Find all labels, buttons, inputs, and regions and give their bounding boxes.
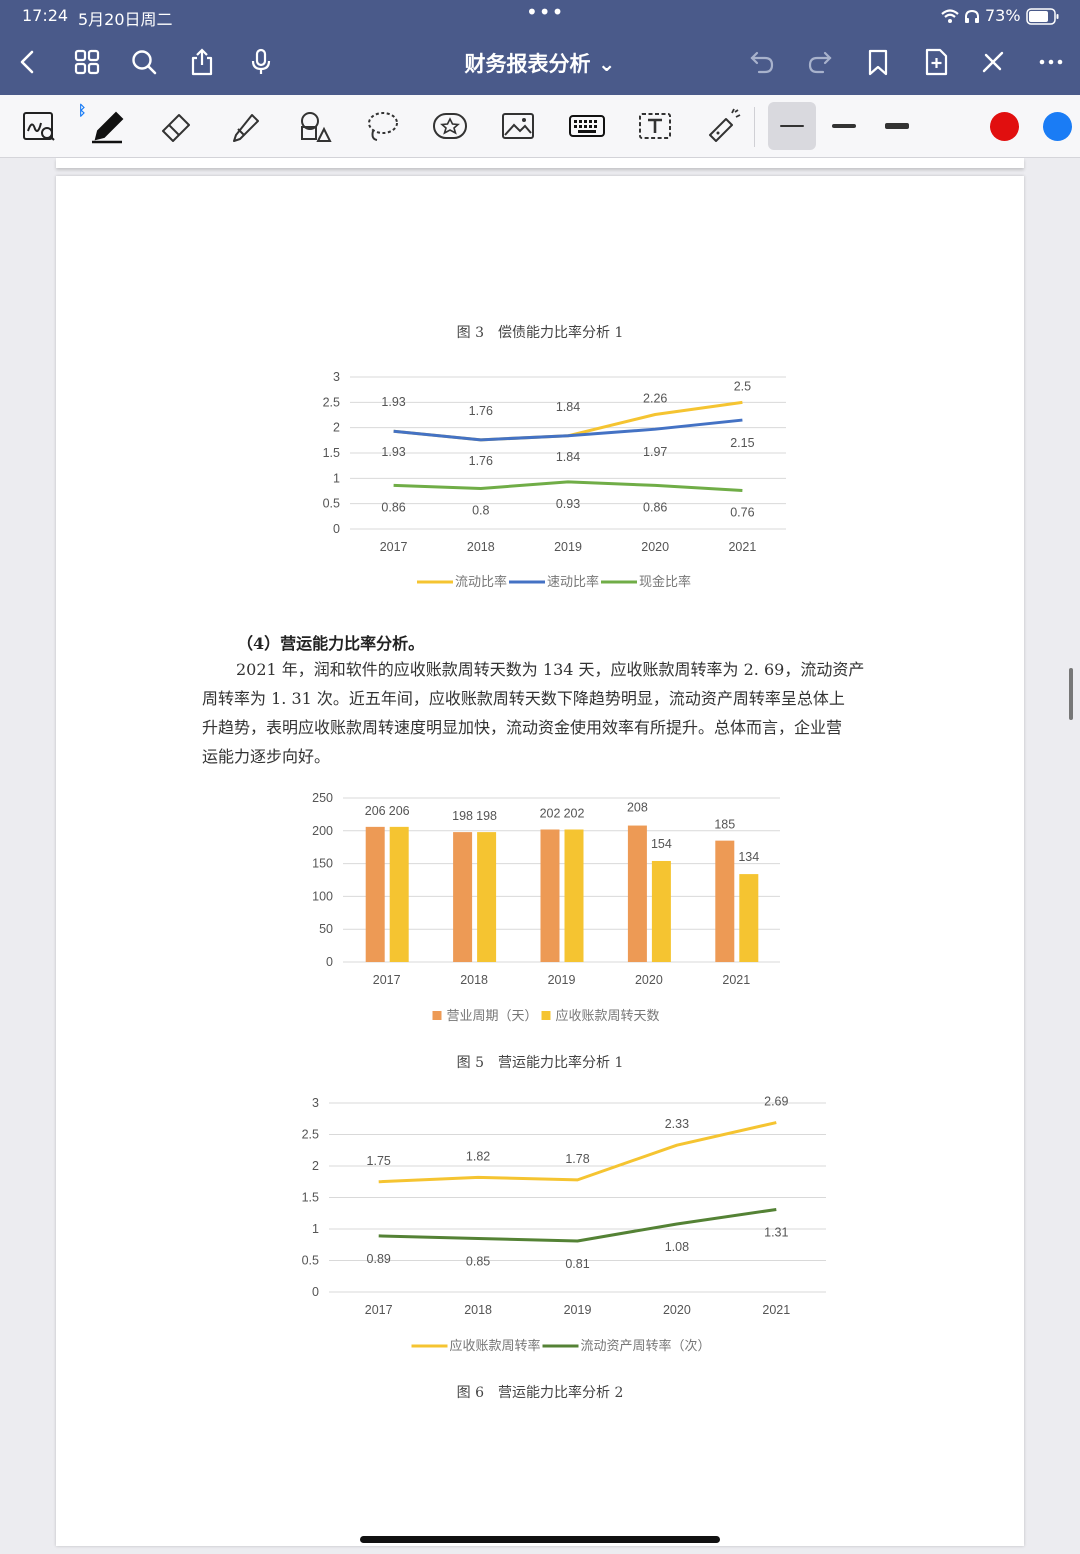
wifi-icon xyxy=(940,8,960,28)
zoom-writing-icon[interactable] xyxy=(16,105,62,147)
document-page xyxy=(56,176,1024,1546)
image-tool-icon[interactable] xyxy=(495,105,541,147)
color-red-swatch[interactable] xyxy=(990,112,1019,141)
shapes-tool-icon[interactable] xyxy=(290,105,336,147)
status-time: 17:24 xyxy=(22,6,69,25)
paragraph-line-3: 升趋势，表明应收账款周转速度明显加快，流动资金使用效率有所提升。总体而言，企业营 xyxy=(202,718,843,737)
multitask-dots-icon[interactable]: ••• xyxy=(526,0,564,24)
home-indicator[interactable] xyxy=(360,1536,720,1543)
bookmark-icon[interactable] xyxy=(860,44,896,80)
stroke-medium-button[interactable] xyxy=(821,105,867,147)
section-heading: （4）营运能力比率分析。 xyxy=(237,634,425,653)
previous-page-edge xyxy=(56,158,1024,168)
figure-6-caption: 图 6 营运能力比率分析 2 xyxy=(456,1385,624,1401)
paragraph-line-1: 2021 年，润和软件的应收账款周转天数为 134 天，应收账款周转率为 2. … xyxy=(236,660,865,679)
annotation-toolbar: ᛒ xyxy=(0,95,1080,239)
highlighter-tool-icon[interactable] xyxy=(222,105,268,147)
stroke-thick-button[interactable] xyxy=(874,105,920,147)
more-icon[interactable] xyxy=(1033,44,1069,80)
add-page-icon[interactable] xyxy=(918,44,954,80)
undo-icon[interactable] xyxy=(744,44,780,80)
section-paragraph: 2021 年，润和软件的应收账款周转天数为 134 天，应收账款周转率为 2. … xyxy=(202,655,882,771)
battery-percent: 73% xyxy=(985,6,1021,25)
app-header: 17:24 5月20日周二 ••• 73% 财务报表分析 ⌄ xyxy=(0,0,1080,95)
paragraph-line-4: 运能力逐步向好。 xyxy=(202,747,331,766)
redo-icon[interactable] xyxy=(802,44,838,80)
paragraph-line-2: 周转率为 1. 31 次。近五年间，应收账款周转天数下降趋势明显，流动资产周转率… xyxy=(202,689,845,708)
lasso-tool-icon[interactable] xyxy=(359,105,405,147)
status-date: 5月20日周二 xyxy=(78,10,173,29)
headphones-icon xyxy=(964,9,980,28)
text-tool-icon[interactable] xyxy=(632,105,678,147)
keyboard-tool-icon[interactable] xyxy=(564,105,610,147)
toolbar-divider xyxy=(754,107,755,147)
stroke-thin-button[interactable] xyxy=(768,102,816,150)
color-blue-swatch[interactable] xyxy=(1043,112,1072,141)
figure-3-caption: 图 3 偿债能力比率分析 1 xyxy=(456,325,624,341)
laser-pointer-icon[interactable] xyxy=(700,105,746,147)
eraser-tool-icon[interactable] xyxy=(153,105,199,147)
close-pen-icon[interactable] xyxy=(975,44,1011,80)
battery-icon xyxy=(1026,8,1060,29)
scrollbar[interactable] xyxy=(1069,668,1073,720)
figure-5-caption: 图 5 营运能力比率分析 1 xyxy=(456,1055,624,1071)
sticker-tool-icon[interactable] xyxy=(427,105,473,147)
pen-tool-icon[interactable] xyxy=(84,105,130,147)
